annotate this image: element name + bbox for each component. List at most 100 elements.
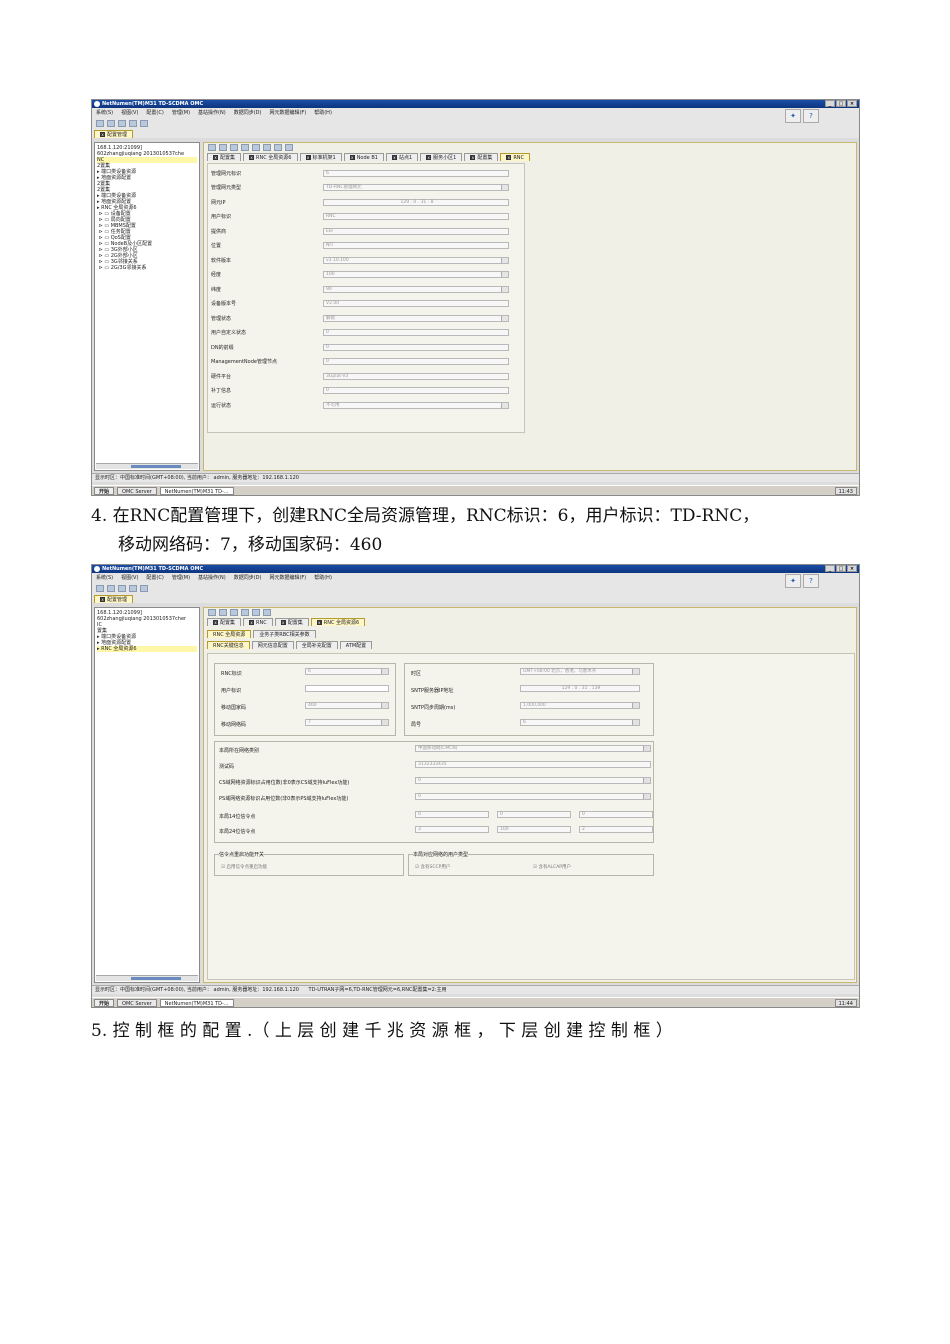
tab-rnc-global[interactable]: x RNC 全局资源6	[310, 618, 366, 626]
spinner-icon[interactable]	[501, 287, 508, 292]
tab-atm[interactable]: ATM配置	[339, 641, 373, 649]
field-sp14-b[interactable]: 0	[497, 811, 571, 818]
minimize-button[interactable]: _	[825, 100, 835, 107]
spinner-icon[interactable]	[381, 720, 388, 725]
spinner-icon[interactable]	[643, 794, 650, 799]
field-rnc-id[interactable]: 6	[305, 668, 389, 675]
menu-view[interactable]: 视图(V)	[121, 108, 138, 118]
chart-icon[interactable]	[274, 144, 282, 151]
dropdown-icon[interactable]	[501, 185, 508, 190]
menu-nodeb-ops[interactable]: 基站操作(N)	[198, 108, 226, 118]
help-small-icon[interactable]	[140, 120, 148, 127]
tab-rnc[interactable]: x RNC	[500, 153, 531, 161]
help-icon[interactable]: ?	[803, 574, 819, 588]
refresh-icon[interactable]	[107, 585, 115, 592]
field-provider[interactable]: Ele	[323, 228, 509, 235]
scroll-thumb[interactable]	[131, 977, 181, 980]
tab-rnc-global-resource[interactable]: RNC 全局资源	[207, 630, 252, 638]
taskbar-netnumen[interactable]: NetNumen(TM)M31 TD-...	[159, 486, 234, 495]
scroll-thumb[interactable]	[131, 465, 181, 468]
field-ne-ip[interactable]: 129 . 0 . 31 . 8	[323, 199, 509, 206]
menu-ne-edit[interactable]: 网元数据编辑(F)	[269, 573, 306, 583]
menu-manage[interactable]: 管理(M)	[172, 108, 190, 118]
close-tab-icon[interactable]: x	[100, 597, 105, 602]
field-sp24-a[interactable]: 3	[415, 826, 489, 833]
refresh-icon[interactable]	[107, 120, 115, 127]
close-tab-icon[interactable]: x	[100, 132, 105, 137]
field-admin-state[interactable]: 解锁	[323, 315, 509, 322]
close-button[interactable]: ×	[847, 565, 857, 572]
menu-view[interactable]: 视图(V)	[121, 573, 138, 583]
forward-icon[interactable]	[129, 120, 137, 127]
menu-manage[interactable]: 管理(M)	[172, 573, 190, 583]
tree-item-selected[interactable]: ▸ RNC 全局资源6	[97, 646, 197, 652]
field-sntp-ip[interactable]: 129 . 0 . 31 . 139	[520, 685, 640, 692]
tab-cell[interactable]: x 服务小区1	[420, 153, 463, 161]
tree-item[interactable]: 602zhangjiuqiang 2013010537cher	[97, 616, 197, 622]
save-icon[interactable]	[96, 585, 104, 592]
field-mnc[interactable]: 7	[305, 719, 389, 726]
field-longitude[interactable]: 100	[323, 271, 509, 278]
field-sntp-period[interactable]: 1,000,000	[520, 702, 640, 709]
tab-config-manage[interactable]: x 配置管理	[94, 595, 134, 603]
field-test-code[interactable]: 3132333435	[415, 761, 651, 768]
field-user-state[interactable]: 0	[323, 329, 509, 336]
tab-ne-info[interactable]: 网元信息配置	[251, 641, 294, 649]
menu-system[interactable]: 系统(S)	[96, 108, 113, 118]
field-ne-type[interactable]: TD-RNC管理网元	[323, 184, 509, 191]
field-sp14-a[interactable]: 0	[415, 811, 489, 818]
dropdown-icon[interactable]	[501, 258, 508, 263]
tab-config-set[interactable]: x 配置集	[207, 618, 242, 626]
field-location[interactable]: NIT	[323, 242, 509, 249]
start-button[interactable]: 开始	[94, 998, 115, 1007]
edit-icon[interactable]	[208, 609, 216, 616]
tree-scrollbar[interactable]	[96, 975, 198, 981]
spinner-icon[interactable]	[643, 778, 650, 783]
spinner-icon[interactable]	[632, 720, 639, 725]
spinner-icon[interactable]	[632, 703, 639, 708]
tab-config-set[interactable]: x 配置集	[207, 153, 242, 161]
field-patch-info[interactable]: 0	[323, 387, 509, 394]
menu-data-sync[interactable]: 数据同步(D)	[234, 573, 262, 583]
field-ps-bits[interactable]: 0	[415, 793, 651, 800]
tab-rnc-key-info[interactable]: RNC关键信息	[207, 641, 250, 649]
maximize-button[interactable]: □	[836, 565, 846, 572]
checkbox-restart[interactable]: ☑ 启用信令点重启功能	[221, 864, 267, 870]
menu-config[interactable]: 配置(C)	[146, 573, 163, 583]
field-ne-id[interactable]: 6	[323, 170, 509, 177]
menu-system[interactable]: 系统(S)	[96, 573, 113, 583]
tree-scrollbar[interactable]	[96, 463, 198, 469]
field-cs-bits[interactable]: 0	[415, 777, 651, 784]
menu-help[interactable]: 帮助(H)	[314, 573, 332, 583]
delete-icon[interactable]	[263, 144, 271, 151]
forward-icon[interactable]	[129, 585, 137, 592]
tab-global-supp[interactable]: 全局补充配置	[295, 641, 338, 649]
stop-icon[interactable]	[230, 609, 238, 616]
copy-icon[interactable]	[241, 609, 249, 616]
tab-rnc[interactable]: x RNC	[243, 618, 273, 626]
dropdown-icon[interactable]	[501, 316, 508, 321]
taskbar-netnumen[interactable]: NetNumen(TM)M31 TD-...	[159, 998, 234, 1007]
edit-icon[interactable]	[208, 144, 216, 151]
save-icon[interactable]	[96, 120, 104, 127]
dropdown-icon[interactable]	[643, 746, 650, 751]
menu-ne-edit[interactable]: 网元数据编辑(F)	[269, 108, 306, 118]
menu-data-sync[interactable]: 数据同步(D)	[234, 108, 262, 118]
field-mcc[interactable]: 460	[305, 702, 389, 709]
field-device-version[interactable]: V2.00	[323, 300, 509, 307]
copy-icon[interactable]	[241, 144, 249, 151]
field-mgmt-node[interactable]: 0	[323, 358, 509, 365]
back-icon[interactable]	[118, 585, 126, 592]
tab-rbc-params[interactable]: 业务子类RBC相关参数	[253, 630, 316, 638]
tab-rnc-global[interactable]: x RNC 全局资源6	[243, 153, 298, 161]
field-user-id[interactable]: RNC	[323, 213, 509, 220]
minimize-button[interactable]: _	[825, 565, 835, 572]
field-op-state[interactable]: 不可用	[323, 402, 509, 409]
tab-config-set-2[interactable]: x 配置集	[464, 153, 499, 161]
maximize-button[interactable]: □	[836, 100, 846, 107]
start-button[interactable]: 开始	[94, 486, 115, 495]
stop-icon[interactable]	[230, 144, 238, 151]
field-user-id[interactable]	[305, 685, 389, 692]
tab-site[interactable]: x 站点1	[385, 153, 419, 161]
export-icon[interactable]	[285, 144, 293, 151]
